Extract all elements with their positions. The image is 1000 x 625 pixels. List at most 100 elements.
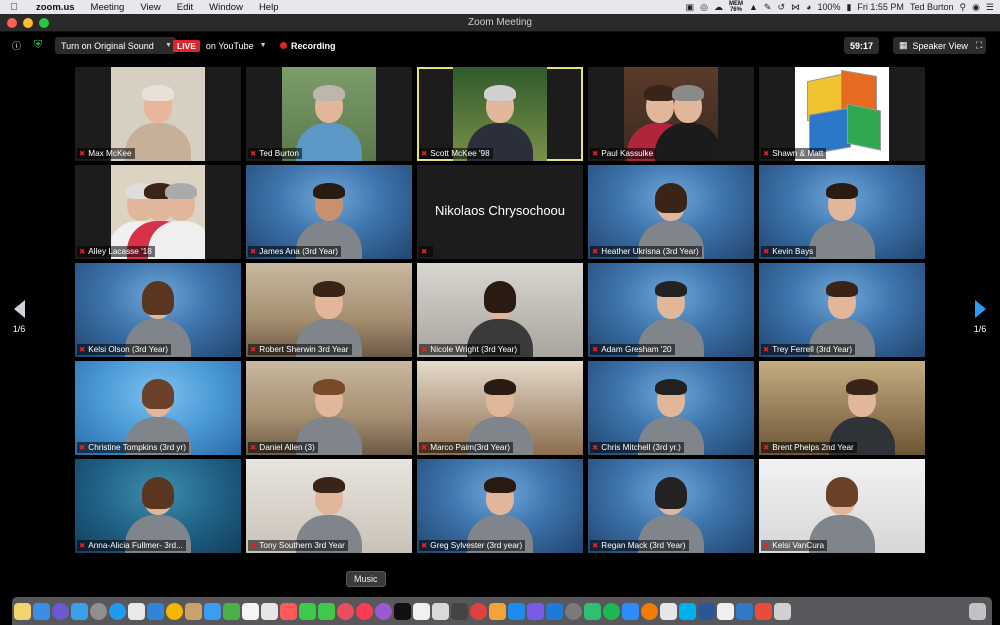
apple-menu-icon[interactable]: 	[0, 2, 28, 13]
time-machine-icon[interactable]: ↺	[777, 2, 785, 13]
spotify-icon[interactable]	[603, 602, 620, 620]
user-name[interactable]: Ted Burton	[910, 2, 954, 12]
participant-tile[interactable]: ✖ Nicole Wright (3rd Year)	[417, 263, 583, 357]
vlc-icon[interactable]	[641, 602, 658, 620]
clock[interactable]: Fri 1:55 PM	[857, 2, 904, 12]
participant-tile[interactable]: ✖ Greg Sylvester (3rd year)	[417, 459, 583, 553]
participant-tile[interactable]: ✖ Kevin Bays	[759, 165, 925, 259]
meeting-info-icon[interactable]: ⓘ	[12, 37, 21, 54]
chrome-icon[interactable]	[166, 602, 183, 620]
previous-page-button[interactable]: 1/6	[9, 300, 29, 334]
app-store-2-icon[interactable]	[546, 602, 563, 620]
news-icon[interactable]	[470, 602, 487, 620]
participant-tile[interactable]: ✖ Heather Ukrisna (3rd Year)	[588, 165, 754, 259]
speaker-view-button[interactable]: ▦ Speaker View	[893, 37, 974, 54]
menu-window[interactable]: Window	[201, 2, 251, 13]
participant-tile[interactable]: ✖ Daniel Allen (3)	[246, 361, 412, 455]
outlook-icon[interactable]	[698, 602, 715, 620]
participant-tile[interactable]: ✖ Kelsi Olson (3rd Year)	[75, 263, 241, 357]
original-sound-button[interactable]: Turn on Original Sound	[55, 37, 160, 54]
menu-meeting[interactable]: Meeting	[83, 2, 133, 13]
pages-icon[interactable]	[413, 602, 430, 620]
menu-app-name[interactable]: zoom.us	[28, 2, 83, 13]
finder-icon[interactable]	[33, 602, 50, 620]
menu-help[interactable]: Help	[251, 2, 287, 13]
participant-tile[interactable]: ✖ Alley Lacasse '18	[75, 165, 241, 259]
app-store-icon[interactable]	[71, 602, 88, 620]
participant-tile[interactable]: ✖ Christine Tompkins (3rd yr)	[75, 361, 241, 455]
stocks-icon[interactable]	[660, 602, 677, 620]
facetime-icon[interactable]	[299, 602, 316, 620]
participant-tile[interactable]: ✖ Trey Ferrell (3rd Year)	[759, 263, 925, 357]
downloads-stack-icon[interactable]	[774, 602, 791, 620]
photo-booth-icon[interactable]	[280, 602, 297, 620]
siri-icon[interactable]	[52, 602, 69, 620]
mission-control-icon[interactable]	[128, 602, 145, 620]
notes-icon[interactable]: ✎	[764, 2, 772, 13]
preview-icon[interactable]	[204, 602, 221, 620]
participant-tile-active-speaker[interactable]: ✖ Scott McKee '98	[417, 67, 583, 161]
books-icon[interactable]	[489, 602, 506, 620]
participant-tile-video-off[interactable]: Nikolaos Chrysochoou ✖	[417, 165, 583, 259]
memory-meter[interactable]: MEM 76%	[729, 1, 743, 13]
imovie-icon[interactable]	[451, 602, 468, 620]
participant-tile[interactable]: ✖ Brent Phelps 2nd Year	[759, 361, 925, 455]
fullscreen-button[interactable]: ⛶	[972, 37, 987, 54]
contacts-icon[interactable]	[185, 602, 202, 620]
participant-tile[interactable]: ✖ Paul Kassulke	[588, 67, 754, 161]
cloud-icon[interactable]: ☁	[714, 2, 723, 13]
participant-tile[interactable]: ✖ Kelsi VanCura	[759, 459, 925, 553]
system-preferences-icon[interactable]	[565, 602, 582, 620]
folder-icon[interactable]	[736, 602, 753, 620]
participant-tile[interactable]: ✖ Marco Paim(3rd Year)	[417, 361, 583, 455]
recording-indicator[interactable]: Recording	[280, 37, 336, 54]
screen-share-icon[interactable]: ◎	[700, 2, 708, 13]
siri-icon[interactable]: ◉	[972, 2, 980, 13]
messages-icon[interactable]	[318, 602, 335, 620]
wifi-icon[interactable]: ◕	[806, 2, 811, 12]
participant-tile[interactable]: ✖ Robert Sherwin 3rd Year	[246, 263, 412, 357]
participant-tile[interactable]: ✖ Max McKee	[75, 67, 241, 161]
participant-tile[interactable]: ✖ Adam Gresham '20	[588, 263, 754, 357]
keynote-icon[interactable]	[432, 602, 449, 620]
maps-icon[interactable]	[223, 602, 240, 620]
zoom-app-icon[interactable]	[622, 602, 639, 620]
menu-view[interactable]: View	[132, 2, 168, 13]
excel-icon[interactable]	[584, 602, 601, 620]
apple-tv-icon[interactable]	[394, 602, 411, 620]
battery-icon[interactable]: ▮	[846, 2, 851, 13]
encryption-shield-icon[interactable]: ⛨	[34, 37, 42, 54]
podcasts-icon[interactable]	[375, 602, 392, 620]
reminders-icon[interactable]	[242, 602, 259, 620]
participant-tile[interactable]: ✖ Regan Mack (3rd Year)	[588, 459, 754, 553]
trash-icon[interactable]	[969, 602, 986, 620]
participant-tile[interactable]: ✖ Ted Burton	[246, 67, 412, 161]
calendar-icon[interactable]	[261, 602, 278, 620]
participant-tile[interactable]: ✖ James Ana (3rd Year)	[246, 165, 412, 259]
music-icon[interactable]	[356, 602, 373, 620]
menu-edit[interactable]: Edit	[169, 2, 201, 13]
safari-icon[interactable]	[109, 602, 126, 620]
pdf-icon[interactable]	[755, 602, 772, 620]
document-icon[interactable]	[717, 602, 734, 620]
skype-icon[interactable]	[679, 602, 696, 620]
app-store-icon[interactable]: ▲	[749, 2, 758, 12]
calendar-app-icon[interactable]	[147, 602, 164, 620]
participant-display-name: Nikolaos Chrysochoou	[434, 203, 566, 218]
battery-percentage[interactable]: 100%	[817, 2, 840, 12]
photos-icon[interactable]	[337, 602, 354, 620]
launchpad-icon[interactable]	[90, 602, 107, 620]
spotlight-icon[interactable]: ⚲	[959, 2, 966, 13]
notes-app-icon[interactable]	[14, 602, 31, 620]
notification-center-icon[interactable]: ☰	[986, 2, 994, 13]
word-icon[interactable]	[508, 602, 525, 620]
zoom-status-icon[interactable]: ▣	[686, 2, 695, 13]
participant-tile[interactable]: ✖ Chris Mitchell (3rd yr.)	[588, 361, 754, 455]
participant-tile[interactable]: ✖ Shawn & Matt	[759, 67, 925, 161]
imovie-star-icon[interactable]	[527, 602, 544, 620]
livestream-button[interactable]: LIVE on YouTube ▼	[173, 37, 267, 54]
bluetooth-icon[interactable]: ⋈	[791, 2, 800, 13]
participant-tile[interactable]: ✖ Tony Southern 3rd Year	[246, 459, 412, 553]
next-page-button[interactable]: 1/6	[970, 300, 990, 334]
participant-tile[interactable]: ✖ Anna-Alicia Fullmer- 3rd...	[75, 459, 241, 553]
